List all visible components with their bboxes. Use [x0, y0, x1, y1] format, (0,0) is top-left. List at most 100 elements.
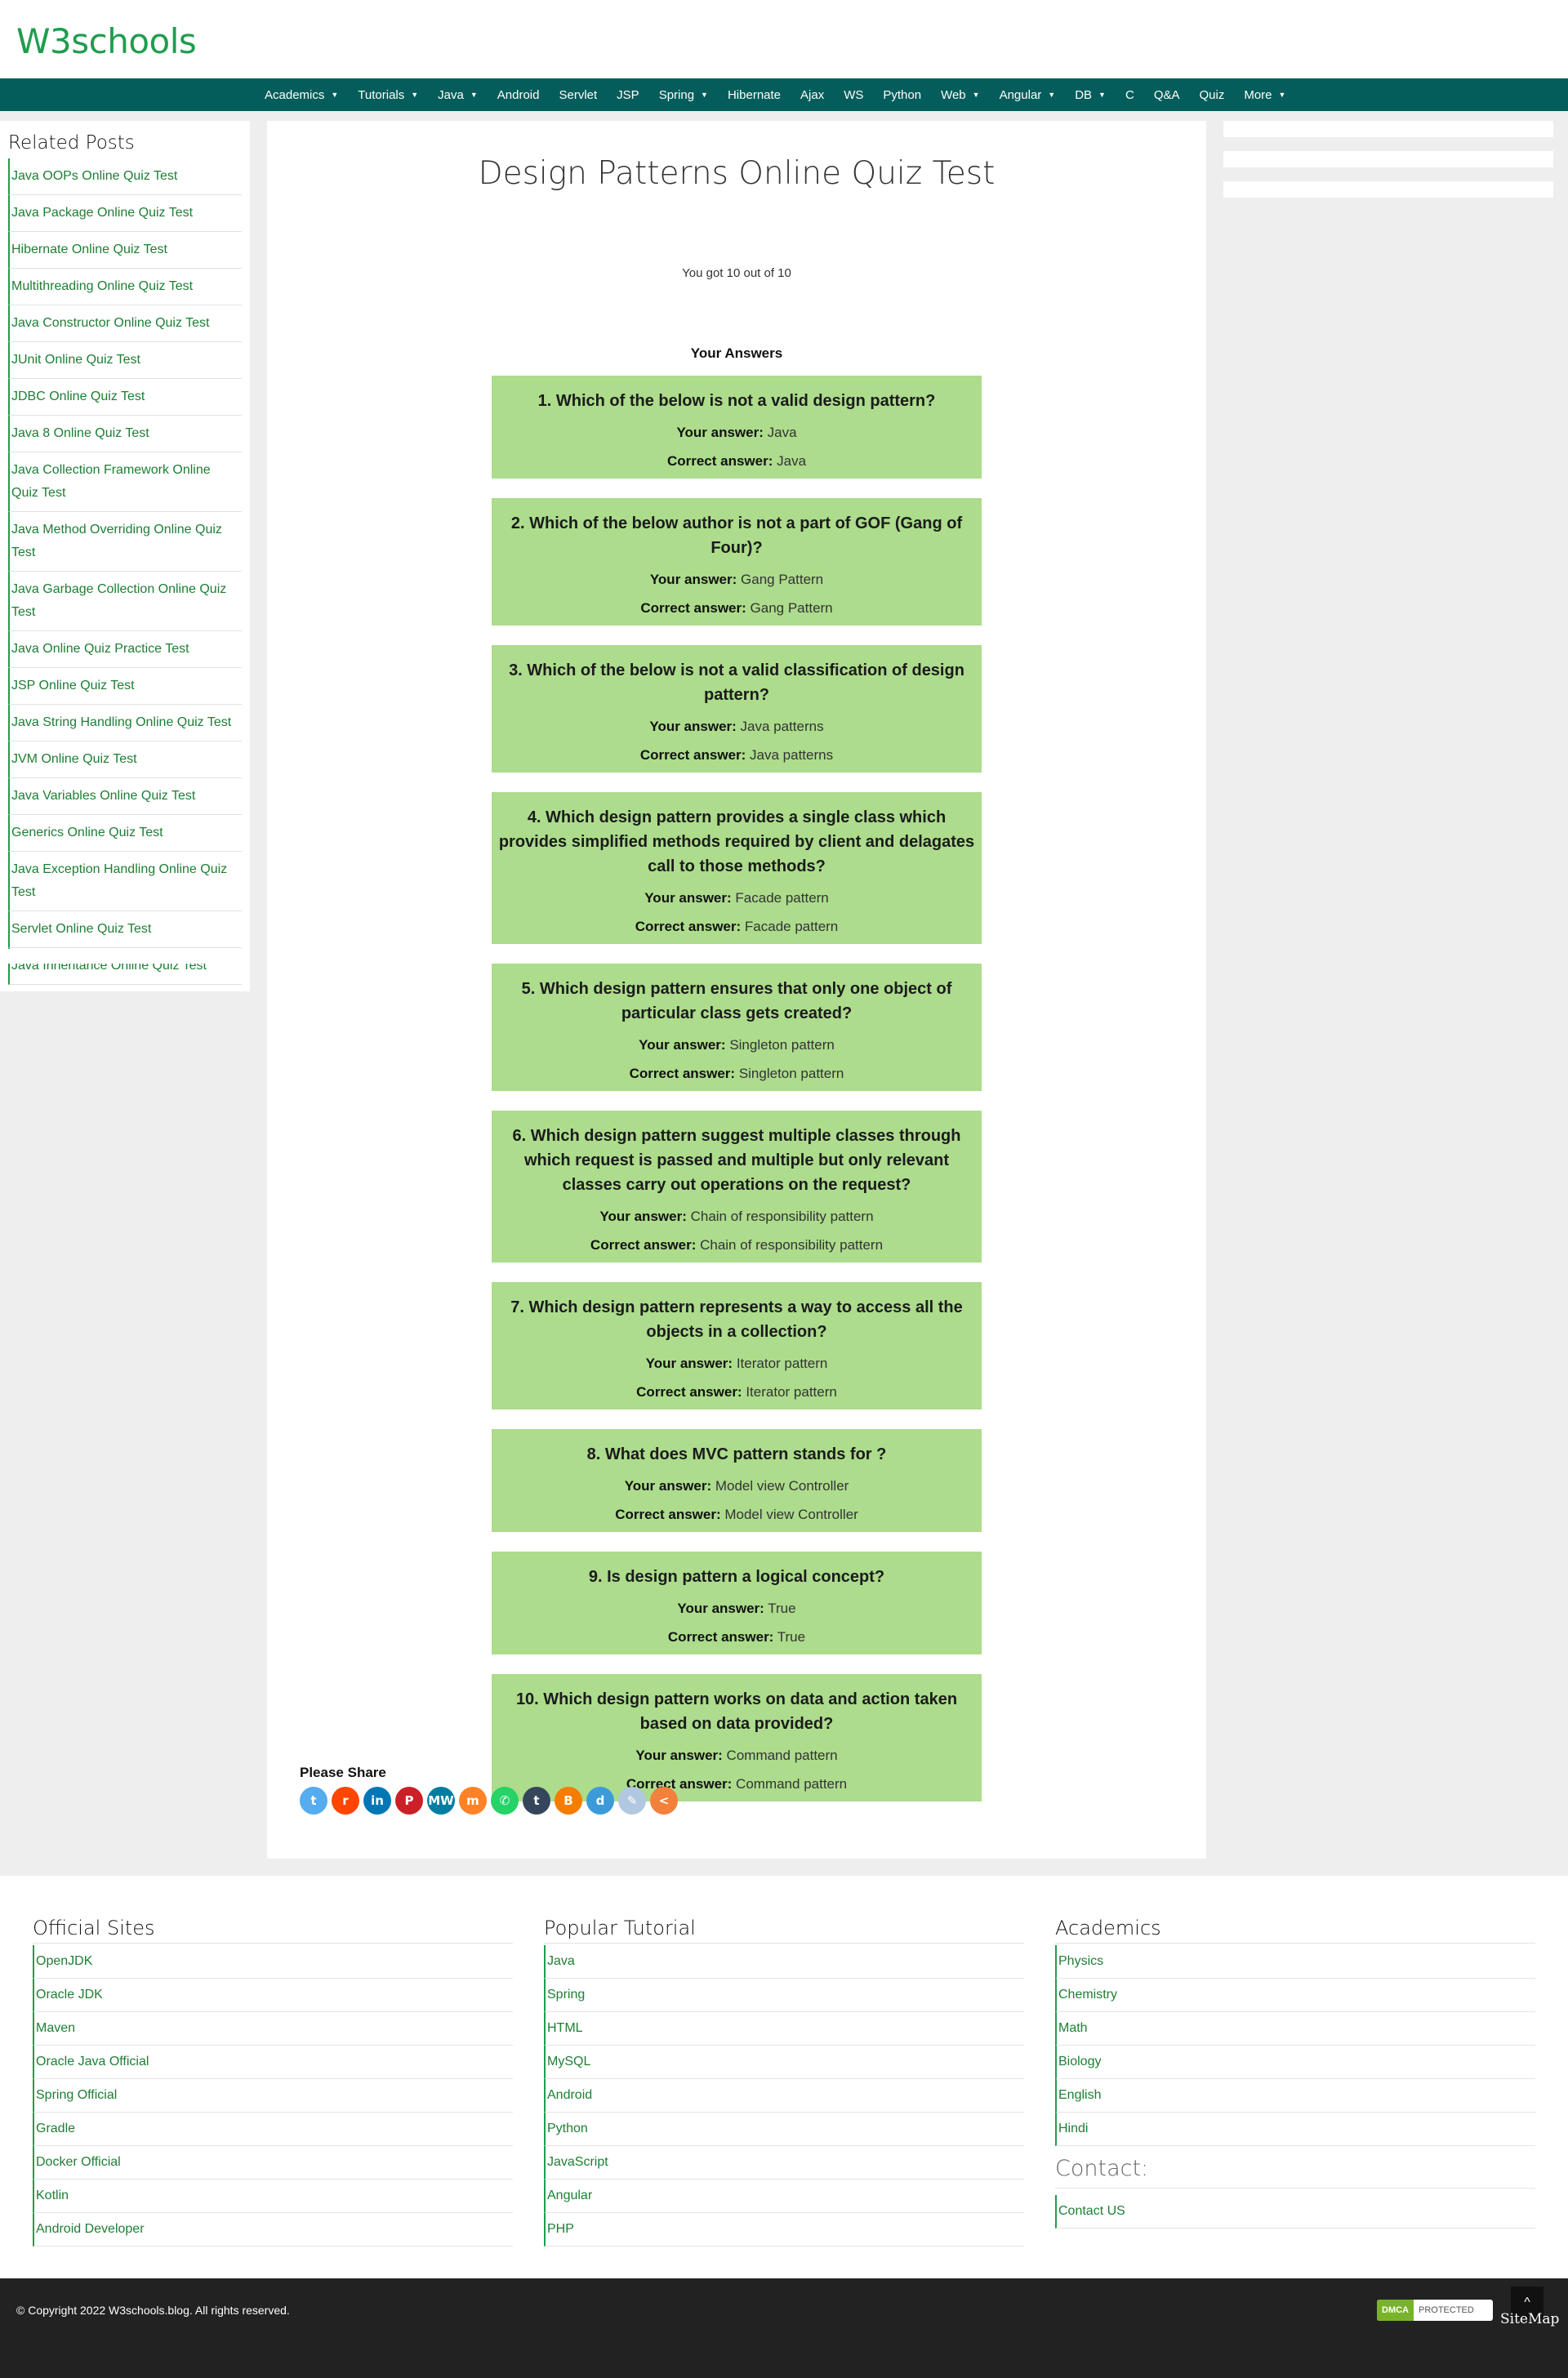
blogger-icon[interactable]: B: [555, 1787, 582, 1815]
footer-contact-title: Contact:: [1055, 2156, 1535, 2189]
footer-link[interactable]: Java: [544, 1945, 1024, 1979]
mix-icon[interactable]: m: [459, 1787, 487, 1815]
nav-item-android[interactable]: Android: [488, 78, 550, 111]
related-post-link[interactable]: JUnit Online Quiz Test: [8, 342, 242, 379]
footer-link[interactable]: Kotlin: [33, 2180, 513, 2213]
mewe-icon[interactable]: MW: [427, 1787, 455, 1815]
related-post-link[interactable]: Hibernate Online Quiz Test: [8, 232, 242, 269]
site-logo[interactable]: W3schools: [16, 21, 197, 61]
related-post-link[interactable]: JDBC Online Quiz Test: [8, 379, 242, 416]
nav-item-label: Servlet: [559, 87, 598, 102]
footer-link[interactable]: OpenJDK: [33, 1945, 513, 1979]
nav-item-c[interactable]: C: [1116, 78, 1144, 111]
footer-link[interactable]: Maven: [33, 2012, 513, 2046]
footer-link[interactable]: Angular: [544, 2180, 1024, 2213]
correct-answer-row: Correct answer: Java patterns: [493, 741, 980, 769]
footer-link[interactable]: Oracle Java Official: [33, 2046, 513, 2079]
nav-item-label: C: [1125, 87, 1134, 102]
your-answer-row: Your answer: Chain of responsibility pat…: [493, 1202, 980, 1231]
related-post-link[interactable]: JVM Online Quiz Test: [8, 741, 242, 778]
edit-icon[interactable]: ✎: [618, 1787, 646, 1815]
reddit-icon[interactable]: r: [332, 1787, 359, 1815]
nav-item-academics[interactable]: Academics ▼: [255, 78, 348, 111]
whatsapp-icon[interactable]: ✆: [491, 1787, 519, 1815]
related-post-link[interactable]: Java 8 Online Quiz Test: [8, 416, 242, 452]
footer-popular-tutorial: Popular Tutorial Java Spring HTML MySQL Andr…: [544, 1917, 1024, 2247]
nav-item-ajax[interactable]: Ajax: [791, 78, 834, 111]
footer-official-title: Official Sites: [33, 1917, 513, 1944]
related-post-link[interactable]: Multithreading Online Quiz Test: [8, 269, 242, 305]
nav-item-quiz[interactable]: Quiz: [1190, 78, 1235, 111]
related-post-link[interactable]: Java Collection Framework Online Quiz Te…: [8, 452, 242, 512]
nav-item-tutorials[interactable]: Tutorials ▼: [348, 78, 428, 111]
nav-item-db[interactable]: DB ▼: [1065, 78, 1116, 111]
related-post-link[interactable]: Java Online Quiz Practice Test: [8, 631, 242, 668]
footer-link[interactable]: Spring: [544, 1979, 1024, 2012]
footer-link[interactable]: Docker Official: [33, 2146, 513, 2180]
nav-item-hibernate[interactable]: Hibernate: [718, 78, 791, 111]
related-post-link[interactable]: Java Constructor Online Quiz Test: [8, 305, 242, 342]
nav-item-label: Spring: [658, 87, 695, 102]
linkedin-icon[interactable]: in: [363, 1787, 391, 1815]
nav-item-angular[interactable]: Angular ▼: [990, 78, 1066, 111]
nav-item-java[interactable]: Java ▼: [428, 78, 488, 111]
footer-link[interactable]: Oracle JDK: [33, 1979, 513, 2012]
nav-item-jsp[interactable]: JSP: [607, 78, 649, 111]
footer-link[interactable]: Spring Official: [33, 2079, 513, 2113]
correct-answer-label: Correct answer:: [615, 1507, 721, 1522]
footer-link[interactable]: PHP: [544, 2213, 1024, 2247]
related-post-link[interactable]: Java Garbage Collection Online Quiz Test: [8, 572, 242, 631]
diaspora-icon[interactable]: d: [586, 1787, 614, 1815]
nav-item-spring[interactable]: Spring ▼: [649, 78, 718, 111]
sitemap-link[interactable]: SiteMap: [1500, 2311, 1559, 2327]
nav-item-ws[interactable]: WS: [834, 78, 873, 111]
footer-link[interactable]: Python: [544, 2113, 1024, 2146]
footer-link[interactable]: Android Developer: [33, 2213, 513, 2247]
nav-item-q-a[interactable]: Q&A: [1144, 78, 1190, 111]
footer-link[interactable]: JavaScript: [544, 2146, 1024, 2180]
correct-answer-label: Correct answer:: [636, 1384, 742, 1400]
nav-item-more[interactable]: More ▼: [1234, 78, 1295, 111]
more-share-icon[interactable]: <: [650, 1787, 678, 1815]
footer-popular-title: Popular Tutorial: [544, 1917, 1024, 1944]
twitter-icon[interactable]: t: [300, 1787, 327, 1815]
nav-item-label: Hibernate: [727, 87, 782, 102]
related-post-link[interactable]: Generics Online Quiz Test: [8, 815, 242, 852]
sidebar-widget-placeholder: [0, 949, 250, 964]
footer-link[interactable]: HTML: [544, 2012, 1024, 2046]
footer-link[interactable]: Gradle: [33, 2113, 513, 2146]
tumblr-icon[interactable]: t: [523, 1787, 550, 1815]
related-post-link[interactable]: Java Exception Handling Online Quiz Test: [8, 852, 242, 911]
dmca-badge[interactable]: DMCA PROTECTED: [1377, 2300, 1493, 2321]
related-post-link[interactable]: Java Package Online Quiz Test: [8, 195, 242, 232]
footer: Official Sites OpenJDK Oracle JDK Maven Ora…: [0, 1876, 1568, 2278]
related-post-link[interactable]: Java OOPs Online Quiz Test: [8, 158, 242, 195]
nav-item-python[interactable]: Python: [873, 78, 931, 111]
footer-link[interactable]: MySQL: [544, 2046, 1024, 2079]
footer-link[interactable]: English: [1055, 2079, 1535, 2113]
related-post-link[interactable]: Servlet Online Quiz Test: [8, 911, 242, 948]
your-answer-label: Your answer:: [624, 1478, 712, 1494]
nav-item-label: JSP: [617, 87, 639, 102]
nav-item-label: Web: [941, 87, 966, 102]
footer-link[interactable]: Physics: [1055, 1945, 1535, 1979]
related-post-link[interactable]: Java String Handling Online Quiz Test: [8, 705, 242, 741]
footer-link[interactable]: Hindi: [1055, 2113, 1535, 2146]
correct-answer-label: Correct answer:: [629, 1066, 736, 1081]
pinterest-icon[interactable]: P: [395, 1787, 423, 1815]
footer-link[interactable]: Math: [1055, 2012, 1535, 2046]
footer-link[interactable]: Biology: [1055, 2046, 1535, 2079]
answer-card: 1. Which of the below is not a valid des…: [492, 376, 982, 479]
related-post-link[interactable]: JSP Online Quiz Test: [8, 668, 242, 705]
related-post-link[interactable]: Java Method Overriding Online Quiz Test: [8, 512, 242, 572]
footer-link[interactable]: Android: [544, 2079, 1024, 2113]
share-label: Please Share: [300, 1765, 386, 1780]
answer-card: 10. Which design pattern works on data a…: [492, 1674, 982, 1801]
footer-link[interactable]: Contact US: [1055, 2195, 1535, 2229]
nav-item-servlet[interactable]: Servlet: [549, 78, 607, 111]
related-post-link[interactable]: Java Variables Online Quiz Test: [8, 778, 242, 815]
footer-link[interactable]: Chemistry: [1055, 1979, 1535, 2012]
nav-item-web[interactable]: Web ▼: [931, 78, 990, 111]
correct-answer-row: Correct answer: Gang Pattern: [493, 594, 980, 622]
nav-item-label: Tutorials: [358, 87, 405, 102]
